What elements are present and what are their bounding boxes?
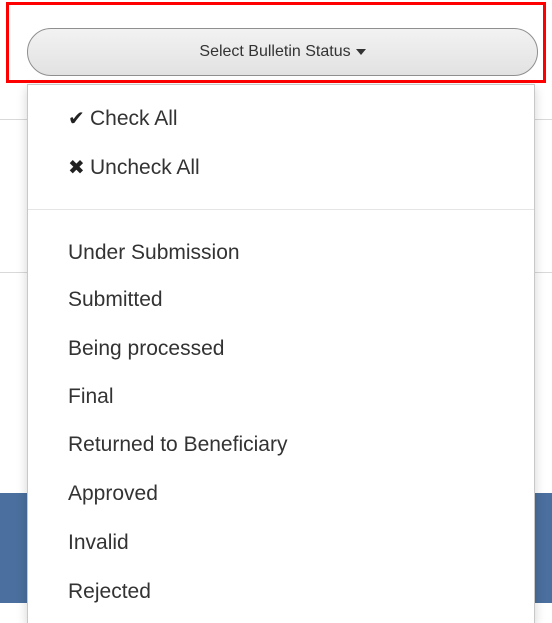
status-option-approved[interactable]: Approved — [68, 479, 158, 509]
status-dropdown-menu: ✔ Check All ✖ Uncheck All Under Submission… — [27, 84, 535, 623]
select-button-label: Select Bulletin Status — [199, 43, 351, 60]
status-option-returned-to-beneficiary[interactable]: Returned to Beneficiary — [68, 430, 287, 460]
uncheck-all-item[interactable]: ✖ Uncheck All — [68, 153, 200, 183]
status-option-final[interactable]: Final — [68, 382, 114, 412]
status-option-rejected[interactable]: Rejected — [68, 577, 151, 607]
uncheck-all-label: Uncheck All — [90, 156, 200, 179]
caret-down-icon — [355, 49, 366, 55]
check-all-label: Check All — [90, 107, 178, 130]
status-option-submitted[interactable]: Submitted — [68, 285, 163, 315]
status-option-invalid[interactable]: Invalid — [68, 528, 129, 558]
menu-divider — [28, 209, 534, 210]
select-bulletin-status-button[interactable]: Select Bulletin Status — [27, 28, 538, 76]
x-mark-icon: ✖ — [68, 157, 85, 179]
checkmark-icon: ✔ — [68, 108, 85, 130]
status-option-under-submission[interactable]: Under Submission — [68, 238, 240, 268]
check-all-item[interactable]: ✔ Check All — [68, 104, 178, 134]
status-option-being-processed[interactable]: Being processed — [68, 334, 224, 364]
